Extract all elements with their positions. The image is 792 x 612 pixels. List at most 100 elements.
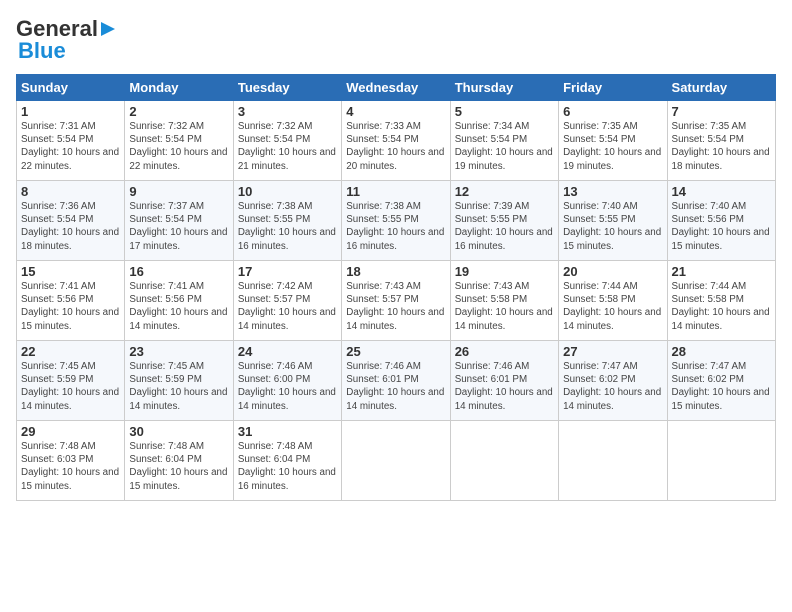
day-number: 9	[129, 184, 228, 199]
day-number: 2	[129, 104, 228, 119]
day-number: 6	[563, 104, 662, 119]
calendar-header-saturday: Saturday	[667, 75, 775, 101]
day-info: Sunrise: 7:45 AM Sunset: 5:59 PM Dayligh…	[21, 360, 120, 413]
day-info: Sunrise: 7:38 AM Sunset: 5:55 PM Dayligh…	[346, 200, 445, 253]
day-info: Sunrise: 7:45 AM Sunset: 5:59 PM Dayligh…	[129, 360, 228, 413]
day-info: Sunrise: 7:48 AM Sunset: 6:04 PM Dayligh…	[238, 440, 337, 493]
calendar-cell: 6Sunrise: 7:35 AM Sunset: 5:54 PM Daylig…	[559, 101, 667, 181]
day-number: 1	[21, 104, 120, 119]
calendar-cell: 16Sunrise: 7:41 AM Sunset: 5:56 PM Dayli…	[125, 261, 233, 341]
day-info: Sunrise: 7:35 AM Sunset: 5:54 PM Dayligh…	[672, 120, 771, 173]
calendar-cell	[342, 421, 450, 501]
day-info: Sunrise: 7:43 AM Sunset: 5:58 PM Dayligh…	[455, 280, 554, 333]
calendar-cell: 9Sunrise: 7:37 AM Sunset: 5:54 PM Daylig…	[125, 181, 233, 261]
day-info: Sunrise: 7:40 AM Sunset: 5:56 PM Dayligh…	[672, 200, 771, 253]
day-info: Sunrise: 7:43 AM Sunset: 5:57 PM Dayligh…	[346, 280, 445, 333]
calendar-cell: 7Sunrise: 7:35 AM Sunset: 5:54 PM Daylig…	[667, 101, 775, 181]
calendar-cell: 29Sunrise: 7:48 AM Sunset: 6:03 PM Dayli…	[17, 421, 125, 501]
day-number: 11	[346, 184, 445, 199]
calendar-header-monday: Monday	[125, 75, 233, 101]
day-info: Sunrise: 7:47 AM Sunset: 6:02 PM Dayligh…	[563, 360, 662, 413]
day-info: Sunrise: 7:44 AM Sunset: 5:58 PM Dayligh…	[672, 280, 771, 333]
calendar-week-3: 15Sunrise: 7:41 AM Sunset: 5:56 PM Dayli…	[17, 261, 776, 341]
day-number: 12	[455, 184, 554, 199]
day-number: 26	[455, 344, 554, 359]
day-number: 21	[672, 264, 771, 279]
day-number: 15	[21, 264, 120, 279]
logo-arrow-icon	[99, 20, 117, 38]
day-number: 29	[21, 424, 120, 439]
day-info: Sunrise: 7:41 AM Sunset: 5:56 PM Dayligh…	[21, 280, 120, 333]
calendar-cell: 5Sunrise: 7:34 AM Sunset: 5:54 PM Daylig…	[450, 101, 558, 181]
calendar-cell	[667, 421, 775, 501]
calendar-cell: 21Sunrise: 7:44 AM Sunset: 5:58 PM Dayli…	[667, 261, 775, 341]
calendar-cell: 3Sunrise: 7:32 AM Sunset: 5:54 PM Daylig…	[233, 101, 341, 181]
day-number: 19	[455, 264, 554, 279]
calendar-cell: 30Sunrise: 7:48 AM Sunset: 6:04 PM Dayli…	[125, 421, 233, 501]
calendar-cell: 18Sunrise: 7:43 AM Sunset: 5:57 PM Dayli…	[342, 261, 450, 341]
day-info: Sunrise: 7:32 AM Sunset: 5:54 PM Dayligh…	[129, 120, 228, 173]
day-number: 14	[672, 184, 771, 199]
calendar-cell: 12Sunrise: 7:39 AM Sunset: 5:55 PM Dayli…	[450, 181, 558, 261]
calendar-cell: 8Sunrise: 7:36 AM Sunset: 5:54 PM Daylig…	[17, 181, 125, 261]
day-info: Sunrise: 7:41 AM Sunset: 5:56 PM Dayligh…	[129, 280, 228, 333]
day-number: 8	[21, 184, 120, 199]
day-number: 22	[21, 344, 120, 359]
calendar-cell: 15Sunrise: 7:41 AM Sunset: 5:56 PM Dayli…	[17, 261, 125, 341]
calendar-cell: 28Sunrise: 7:47 AM Sunset: 6:02 PM Dayli…	[667, 341, 775, 421]
calendar-cell	[450, 421, 558, 501]
calendar-week-2: 8Sunrise: 7:36 AM Sunset: 5:54 PM Daylig…	[17, 181, 776, 261]
day-number: 28	[672, 344, 771, 359]
day-number: 10	[238, 184, 337, 199]
logo: General Blue	[16, 16, 117, 64]
day-info: Sunrise: 7:33 AM Sunset: 5:54 PM Dayligh…	[346, 120, 445, 173]
calendar-cell: 31Sunrise: 7:48 AM Sunset: 6:04 PM Dayli…	[233, 421, 341, 501]
calendar-header-tuesday: Tuesday	[233, 75, 341, 101]
day-number: 13	[563, 184, 662, 199]
day-number: 25	[346, 344, 445, 359]
day-info: Sunrise: 7:47 AM Sunset: 6:02 PM Dayligh…	[672, 360, 771, 413]
day-info: Sunrise: 7:34 AM Sunset: 5:54 PM Dayligh…	[455, 120, 554, 173]
day-number: 24	[238, 344, 337, 359]
day-info: Sunrise: 7:42 AM Sunset: 5:57 PM Dayligh…	[238, 280, 337, 333]
day-number: 17	[238, 264, 337, 279]
day-number: 5	[455, 104, 554, 119]
header: General Blue	[16, 16, 776, 64]
day-info: Sunrise: 7:40 AM Sunset: 5:55 PM Dayligh…	[563, 200, 662, 253]
calendar-cell: 14Sunrise: 7:40 AM Sunset: 5:56 PM Dayli…	[667, 181, 775, 261]
calendar-cell: 13Sunrise: 7:40 AM Sunset: 5:55 PM Dayli…	[559, 181, 667, 261]
day-info: Sunrise: 7:32 AM Sunset: 5:54 PM Dayligh…	[238, 120, 337, 173]
calendar-week-1: 1Sunrise: 7:31 AM Sunset: 5:54 PM Daylig…	[17, 101, 776, 181]
calendar-header-wednesday: Wednesday	[342, 75, 450, 101]
day-number: 18	[346, 264, 445, 279]
calendar-week-5: 29Sunrise: 7:48 AM Sunset: 6:03 PM Dayli…	[17, 421, 776, 501]
day-number: 23	[129, 344, 228, 359]
calendar-cell: 26Sunrise: 7:46 AM Sunset: 6:01 PM Dayli…	[450, 341, 558, 421]
day-info: Sunrise: 7:38 AM Sunset: 5:55 PM Dayligh…	[238, 200, 337, 253]
calendar-cell: 19Sunrise: 7:43 AM Sunset: 5:58 PM Dayli…	[450, 261, 558, 341]
day-info: Sunrise: 7:44 AM Sunset: 5:58 PM Dayligh…	[563, 280, 662, 333]
calendar-cell: 20Sunrise: 7:44 AM Sunset: 5:58 PM Dayli…	[559, 261, 667, 341]
calendar-week-4: 22Sunrise: 7:45 AM Sunset: 5:59 PM Dayli…	[17, 341, 776, 421]
calendar-cell: 4Sunrise: 7:33 AM Sunset: 5:54 PM Daylig…	[342, 101, 450, 181]
day-number: 7	[672, 104, 771, 119]
calendar-cell: 25Sunrise: 7:46 AM Sunset: 6:01 PM Dayli…	[342, 341, 450, 421]
calendar-header-sunday: Sunday	[17, 75, 125, 101]
day-info: Sunrise: 7:35 AM Sunset: 5:54 PM Dayligh…	[563, 120, 662, 173]
calendar-cell: 22Sunrise: 7:45 AM Sunset: 5:59 PM Dayli…	[17, 341, 125, 421]
day-info: Sunrise: 7:46 AM Sunset: 6:01 PM Dayligh…	[346, 360, 445, 413]
calendar-cell: 11Sunrise: 7:38 AM Sunset: 5:55 PM Dayli…	[342, 181, 450, 261]
day-info: Sunrise: 7:36 AM Sunset: 5:54 PM Dayligh…	[21, 200, 120, 253]
day-info: Sunrise: 7:46 AM Sunset: 6:00 PM Dayligh…	[238, 360, 337, 413]
day-number: 20	[563, 264, 662, 279]
day-info: Sunrise: 7:39 AM Sunset: 5:55 PM Dayligh…	[455, 200, 554, 253]
calendar-cell: 10Sunrise: 7:38 AM Sunset: 5:55 PM Dayli…	[233, 181, 341, 261]
calendar-table: SundayMondayTuesdayWednesdayThursdayFrid…	[16, 74, 776, 501]
calendar-cell: 27Sunrise: 7:47 AM Sunset: 6:02 PM Dayli…	[559, 341, 667, 421]
calendar-cell	[559, 421, 667, 501]
logo-blue: Blue	[18, 38, 66, 64]
calendar-cell: 23Sunrise: 7:45 AM Sunset: 5:59 PM Dayli…	[125, 341, 233, 421]
day-number: 3	[238, 104, 337, 119]
calendar-header-friday: Friday	[559, 75, 667, 101]
calendar-header-thursday: Thursday	[450, 75, 558, 101]
